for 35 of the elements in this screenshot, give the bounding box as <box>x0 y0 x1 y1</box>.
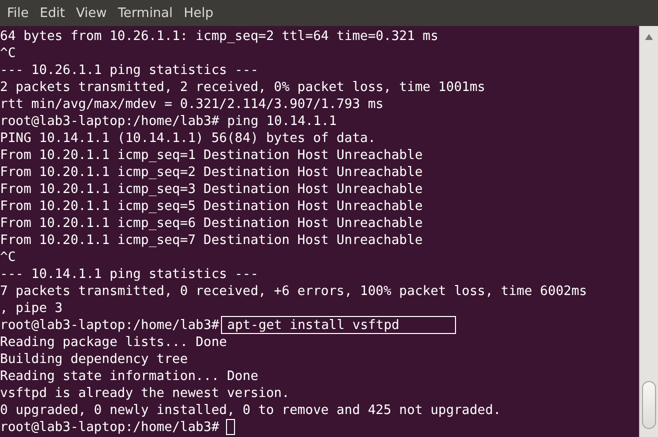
output-line: Building dependency tree <box>0 351 188 368</box>
menu-item[interactable]: Terminal <box>112 6 178 20</box>
output-line: From 10.20.1.1 icmp_seq=7 Destination Host Unreachable <box>0 232 423 249</box>
command-text: ping 10.14.1.1 <box>227 113 337 130</box>
output-line: ^C <box>0 249 16 266</box>
output-line: --- 10.26.1.1 ping statistics --- <box>0 62 258 79</box>
scrollbar-thumb[interactable] <box>642 381 656 429</box>
scrollbar[interactable] <box>639 26 658 437</box>
output-line: Reading state information... Done <box>0 368 258 385</box>
output-line: rtt min/avg/max/mdev = 0.321/2.114/3.907/1.793 ms <box>0 96 384 113</box>
output-line: , pipe 3 <box>0 300 63 317</box>
menu-item[interactable]: View <box>70 6 112 20</box>
output-line: From 10.20.1.1 icmp_seq=5 Destination Host Unreachable <box>0 198 423 215</box>
output-line: --- 10.14.1.1 ping statistics --- <box>0 266 258 283</box>
output-line: vsftpd is already the newest version. <box>0 385 290 402</box>
output-line: 0 upgraded, 0 newly installed, 0 to remove and 425 not upgraded. <box>0 402 501 419</box>
output-line: ^C <box>0 45 16 62</box>
output-line: 7 packets transmitted, 0 received, +6 errors, 100% packet loss, time 6002ms <box>0 283 587 300</box>
output-line: 64 bytes from 10.26.1.1: icmp_seq=2 ttl=64 time=0.321 ms <box>0 28 438 45</box>
output-line: From 10.20.1.1 icmp_seq=3 Destination Host Unreachable <box>0 181 423 198</box>
output-line: From 10.20.1.1 icmp_seq=1 Destination Host Unreachable <box>0 147 423 164</box>
output-line: From 10.20.1.1 icmp_seq=6 Destination Host Unreachable <box>0 215 423 232</box>
menu-item[interactable]: Help <box>178 6 218 20</box>
text-cursor <box>226 419 236 435</box>
output-line: PING 10.14.1.1 (10.14.1.1) 56(84) bytes of data. <box>0 130 376 147</box>
shell-prompt: root@lab3-laptop:/home/lab3# <box>0 419 220 436</box>
up-arrow-icon[interactable] <box>645 34 653 40</box>
command-text: apt-get install vsftpd <box>222 317 456 333</box>
menu-item[interactable]: Edit <box>34 6 70 20</box>
shell-prompt: root@lab3-laptop:/home/lab3# <box>0 317 220 334</box>
output-line: From 10.20.1.1 icmp_seq=2 Destination Host Unreachable <box>0 164 423 181</box>
output-line: Reading package lists... Done <box>0 334 227 351</box>
shell-prompt: root@lab3-laptop:/home/lab3# <box>0 113 220 130</box>
menu-item[interactable]: File <box>2 6 34 20</box>
output-line: 2 packets transmitted, 2 received, 0% packet loss, time 1001ms <box>0 79 486 96</box>
